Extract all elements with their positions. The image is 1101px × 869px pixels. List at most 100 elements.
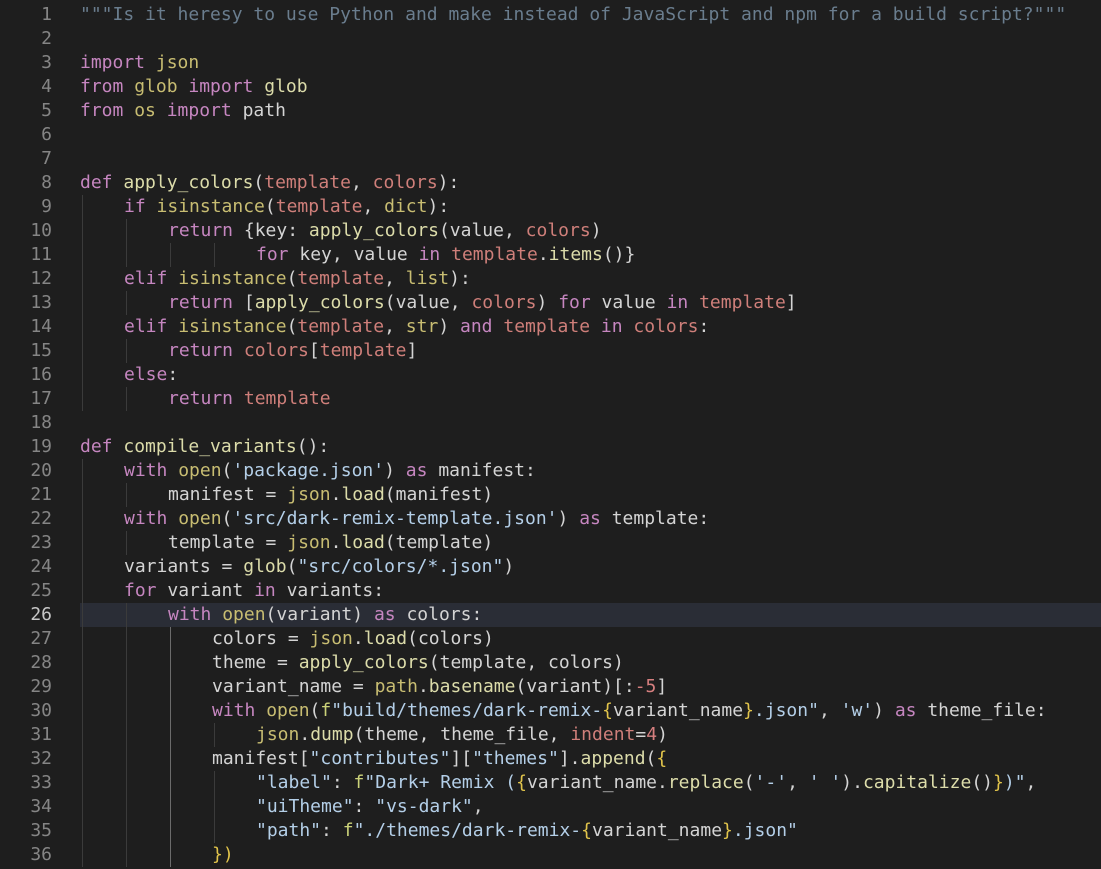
line-number[interactable]: 35 xyxy=(0,819,52,843)
code-line[interactable]: 25 for variant in variants: xyxy=(0,579,1101,603)
line-number[interactable]: 12 xyxy=(0,267,52,291)
line-number[interactable]: 36 xyxy=(0,843,52,867)
code-line[interactable]: 36}) xyxy=(0,843,1101,867)
code-line[interactable]: 16 else: xyxy=(0,363,1101,387)
code-token: open xyxy=(178,460,222,481)
code-token: { xyxy=(656,748,668,769)
line-number[interactable]: 21 xyxy=(0,483,52,507)
line-number[interactable]: 11 xyxy=(0,243,52,267)
line-number[interactable]: 26 xyxy=(0,603,52,627)
code-line[interactable]: 34 "uiTheme": "vs-dark", xyxy=(0,795,1101,819)
line-number[interactable]: 32 xyxy=(0,747,52,771)
line-number[interactable]: 19 xyxy=(0,435,52,459)
line-number[interactable]: 30 xyxy=(0,699,52,723)
code-line[interactable]: 18 xyxy=(0,411,1101,435)
code-line[interactable]: 14 elif isinstance(template, str) and tem… xyxy=(0,315,1101,339)
code-text: variant_name = path.basename(variant)[:-… xyxy=(212,675,667,699)
line-number[interactable]: 1 xyxy=(0,3,52,27)
code-line[interactable]: 4 from glob import glob xyxy=(0,75,1101,99)
line-number[interactable]: 24 xyxy=(0,555,52,579)
code-line[interactable]: 11 for key, value in template.items()} xyxy=(0,243,1101,267)
code-text: else: xyxy=(124,363,178,387)
line-number[interactable]: 31 xyxy=(0,723,52,747)
code-line[interactable]: 19 def compile_variants(): xyxy=(0,435,1101,459)
line-number[interactable]: 3 xyxy=(0,51,52,75)
line-number[interactable]: 25 xyxy=(0,579,52,603)
line-number[interactable]: 22 xyxy=(0,507,52,531)
line-number[interactable]: 5 xyxy=(0,99,52,123)
code-line[interactable]: 27 colors = json.load(colors) xyxy=(0,627,1101,651)
line-number[interactable]: 6 xyxy=(0,123,52,147)
code-line[interactable]: 3 import json xyxy=(0,51,1101,75)
line-number[interactable]: 10 xyxy=(0,219,52,243)
code-line[interactable]: 10 return {key: apply_colors(value, color… xyxy=(0,219,1101,243)
line-number[interactable]: 8 xyxy=(0,171,52,195)
line-number[interactable]: 9 xyxy=(0,195,52,219)
line-number[interactable]: 29 xyxy=(0,675,52,699)
code-line[interactable]: 15 return colors[template] xyxy=(0,339,1101,363)
line-number[interactable]: 28 xyxy=(0,651,52,675)
code-line[interactable]: 29 variant_name = path.basename(variant)[… xyxy=(0,675,1101,699)
line-number[interactable]: 7 xyxy=(0,147,52,171)
line-number[interactable]: 23 xyxy=(0,531,52,555)
code-line[interactable]: 26 with open(variant) as colors: xyxy=(0,603,1101,627)
code-line[interactable]: 5 from os import path xyxy=(0,99,1101,123)
code-line[interactable]: 13 return [apply_colors(value, colors) fo… xyxy=(0,291,1101,315)
code-token: 'package.json' xyxy=(232,460,385,481)
code-line[interactable]: 2 xyxy=(0,27,1101,51)
code-token: . xyxy=(330,532,342,553)
line-number[interactable]: 2 xyxy=(0,27,52,51)
line-number[interactable]: 13 xyxy=(0,291,52,315)
code-line[interactable]: 22 with open('src/dark-remix-template.jso… xyxy=(0,507,1101,531)
line-number[interactable]: 15 xyxy=(0,339,52,363)
indent-guide xyxy=(126,603,127,627)
line-number[interactable]: 17 xyxy=(0,387,52,411)
line-number[interactable]: 20 xyxy=(0,459,52,483)
indent-guide xyxy=(126,531,127,555)
code-line[interactable]: 1 """Is it heresy to use Python and make … xyxy=(0,3,1101,27)
code-line[interactable]: 28 theme = apply_colors(template, colors) xyxy=(0,651,1101,675)
code-token: , xyxy=(331,244,354,265)
code-line[interactable]: 17 return template xyxy=(0,387,1101,411)
code-token: ) xyxy=(613,652,624,673)
code-token: for xyxy=(124,580,168,601)
code-token: ) xyxy=(384,460,406,481)
line-number[interactable]: 4 xyxy=(0,75,52,99)
code-line[interactable]: 35 "path": f"./themes/dark-remix-{variant… xyxy=(0,819,1101,843)
code-token: ) xyxy=(482,628,494,649)
code-line[interactable]: 31 json.dump(theme, theme_file, indent=4) xyxy=(0,723,1101,747)
code-line[interactable]: 32 manifest["contributes"]["themes"].appe… xyxy=(0,747,1101,771)
code-token: indent xyxy=(570,724,636,745)
code-token: . xyxy=(417,676,429,697)
code-editor[interactable]: 1 """Is it heresy to use Python and make … xyxy=(0,0,1101,869)
code-line[interactable]: 20 with open('package.json') as manifest: xyxy=(0,459,1101,483)
code-line[interactable]: 23 template = json.load(template) xyxy=(0,531,1101,555)
code-token: open xyxy=(266,700,310,721)
code-token: dump xyxy=(310,724,354,745)
code-token: theme_file xyxy=(927,700,1036,721)
line-number[interactable]: 34 xyxy=(0,795,52,819)
code-token: ] xyxy=(656,676,668,697)
line-number[interactable]: 18 xyxy=(0,411,52,435)
indent-guide xyxy=(126,219,127,243)
code-line[interactable]: 6 xyxy=(0,123,1101,147)
line-number[interactable]: 33 xyxy=(0,771,52,795)
code-token: [: xyxy=(613,676,635,697)
code-token: as xyxy=(373,604,407,625)
code-line[interactable]: 8 def apply_colors(template, colors): xyxy=(0,171,1101,195)
code-token: replace xyxy=(667,772,744,793)
code-token: as xyxy=(579,508,612,529)
code-token: value xyxy=(601,292,667,313)
code-line[interactable]: 7 xyxy=(0,147,1101,171)
code-line[interactable]: 12 elif isinstance(template, list): xyxy=(0,267,1101,291)
code-line[interactable]: 30 with open(f"build/themes/dark-remix-{v… xyxy=(0,699,1101,723)
code-line[interactable]: 33 "label": f"Dark+ Remix ({variant_name.… xyxy=(0,771,1101,795)
code-token: : xyxy=(331,772,354,793)
code-line[interactable]: 21 manifest = json.load(manifest) xyxy=(0,483,1101,507)
code-text: "path": f"./themes/dark-remix-{variant_n… xyxy=(256,819,798,843)
code-line[interactable]: 9 if isinstance(template, dict): xyxy=(0,195,1101,219)
line-number[interactable]: 27 xyxy=(0,627,52,651)
line-number[interactable]: 16 xyxy=(0,363,52,387)
line-number[interactable]: 14 xyxy=(0,315,52,339)
code-line[interactable]: 24 variants = glob("src/colors/*.json") xyxy=(0,555,1101,579)
